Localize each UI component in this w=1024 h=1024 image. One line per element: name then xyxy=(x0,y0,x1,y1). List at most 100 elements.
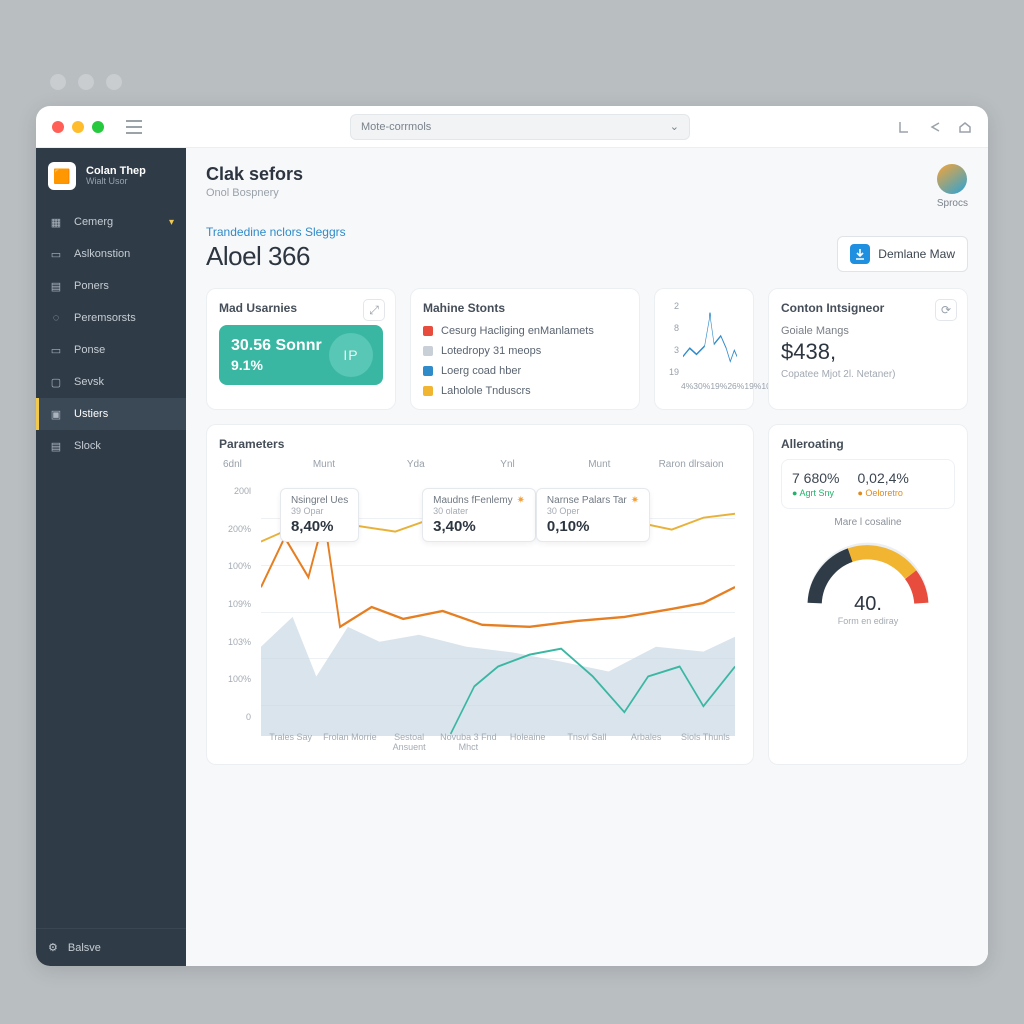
x-tick: 26% xyxy=(727,381,744,391)
card-alleroating: Alleroating 7 680% ● Agrt Sny 0,02,4% ● … xyxy=(768,424,968,765)
brand-sub: Wialt Usor xyxy=(86,177,146,187)
brand-badge[interactable]: Sprocs xyxy=(937,164,968,209)
primary-action-label: Demlane Maw xyxy=(878,247,955,261)
sidebar-item-label: Ustiers xyxy=(74,408,108,420)
col-label: Munt xyxy=(553,459,645,470)
col-label: Munt xyxy=(278,459,370,470)
col-label: Yda xyxy=(370,459,462,470)
x-tick: Novuba 3 Fnd Mhct xyxy=(439,732,498,752)
sidebar-item-cemerg[interactable]: ▦ Cemerg ▾ xyxy=(36,206,186,238)
share-icon[interactable] xyxy=(928,120,942,134)
address-text: Mote-corrmols xyxy=(361,121,431,133)
legend-swatch-icon xyxy=(423,326,433,336)
sidebar-item-label: Cemerg xyxy=(74,216,113,228)
sidebar-footer[interactable]: ⚙ Balsve xyxy=(36,928,186,966)
parameters-x-axis: Trales Say Frolan Morrie Sestoal Ansuent… xyxy=(261,732,735,752)
download-icon[interactable] xyxy=(898,120,912,134)
star-icon: ✷ xyxy=(517,495,525,506)
menu-icon[interactable] xyxy=(126,120,142,134)
sidebar-item-sevsk[interactable]: ▢ Sevsk xyxy=(36,366,186,398)
close-icon[interactable] xyxy=(52,121,64,133)
card-expand-icon[interactable]: ⤢ xyxy=(363,299,385,321)
legend-item[interactable]: Laholole Tnduscrs xyxy=(423,385,627,397)
gauge-subtitle: Mare l cosaline xyxy=(781,517,955,528)
legend: Cesurg Hacliging enManlamets Lotedropy 3… xyxy=(423,325,627,397)
mini-chart: 2 8 3 19 xyxy=(667,301,741,391)
download-icon xyxy=(850,244,870,264)
address-bar[interactable]: Mote-corrmols ⌄ xyxy=(350,114,690,140)
card-mahine-stonts: Mahine Stonts Cesurg Hacliging enManlame… xyxy=(410,288,640,410)
x-tick: Trales Say xyxy=(261,732,320,752)
sidebar-item-peremsorsts[interactable]: ◌ Peremsorsts xyxy=(36,302,186,334)
legend-label: Lotedropy 31 meops xyxy=(441,345,541,357)
tip-sub: 39 Opar xyxy=(291,506,348,516)
page-overline: Trandedine nclors Sleggrs xyxy=(206,225,346,239)
x-tick: 19% xyxy=(744,381,761,391)
legend-label: Cesurg Hacliging enManlamets xyxy=(441,325,594,337)
card-mini-chart: 2 8 3 19 xyxy=(654,288,754,410)
y-tick: 19 xyxy=(667,367,679,377)
x-tick: Frolan Morrie xyxy=(320,732,379,752)
legend-label: Loerg coad hber xyxy=(441,365,521,377)
kpi-label: ● Agrt Sny xyxy=(792,488,839,498)
sidebar-item-aslkonstion[interactable]: ▭ Aslkonstion xyxy=(36,238,186,270)
sidebar-item-slock[interactable]: ▤ Slock xyxy=(36,430,186,462)
sprocs-label: Sprocs xyxy=(937,198,968,209)
stack-icon: ▭ xyxy=(48,342,64,358)
y-tick: 103% xyxy=(219,623,251,661)
ci-note: Copatee Mjot 2l. Netaner) xyxy=(781,369,955,380)
ci-subtitle: Goiale Mangs xyxy=(781,325,955,337)
minimize-icon[interactable] xyxy=(72,121,84,133)
sidebar-item-ponse[interactable]: ▭ Ponse xyxy=(36,334,186,366)
legend-item[interactable]: Loerg coad hber xyxy=(423,365,627,377)
maximize-icon[interactable] xyxy=(92,121,104,133)
sidebar-item-label: Ponse xyxy=(74,344,105,356)
y-tick: 109% xyxy=(219,585,251,623)
card-content-insight: Conton Intsigneor ⟳ Goiale Mangs $438, C… xyxy=(768,288,968,410)
x-tick: 19% xyxy=(710,381,727,391)
grid-icon: ▦ xyxy=(48,214,64,230)
sprocs-logo-icon xyxy=(937,164,967,194)
sidebar-item-ustiers[interactable]: ▣ Ustiers xyxy=(36,398,186,430)
card-title: Alleroating xyxy=(781,437,955,451)
card-refresh-icon[interactable]: ⟳ xyxy=(935,299,957,321)
col-label: Ynl xyxy=(462,459,554,470)
card-title: Conton Intsigneor xyxy=(781,301,955,315)
ci-value: $438, xyxy=(781,339,955,365)
x-tick: Siols Thunls xyxy=(676,732,735,752)
sidebar-item-label: Sevsk xyxy=(74,376,104,388)
legend-item[interactable]: Cesurg Hacliging enManlamets xyxy=(423,325,627,337)
file-icon: ▣ xyxy=(48,406,64,422)
chart-tooltip: Nsingrel Ues 39 Opar 8,40% xyxy=(280,488,359,542)
legend-swatch-icon xyxy=(423,386,433,396)
card-mad-usarnies: Mad Usarnies ⤢ 30.56 Sonnr 9.1% IP xyxy=(206,288,396,410)
sidebar-item-label: Poners xyxy=(74,280,109,292)
y-tick: 100% xyxy=(219,661,251,699)
dropdown-icon[interactable]: ⌄ xyxy=(670,120,679,133)
card-parameters: Parameters 6dnl Munt Yda Ynl Munt Raron … xyxy=(206,424,754,765)
page-subtitle: Onol Bospnery xyxy=(206,187,303,199)
chevron-down-icon: ▾ xyxy=(169,217,174,228)
primary-action-button[interactable]: Demlane Maw xyxy=(837,236,968,272)
y-tick: 100% xyxy=(219,547,251,585)
window-controls[interactable] xyxy=(52,121,104,133)
sidebar-footer-label: Balsve xyxy=(68,942,101,954)
x-tick: Arbales xyxy=(617,732,676,752)
x-tick: 30% xyxy=(693,381,710,391)
chart-tooltip: Maudns fFenlemy✷ 30 olater 3,40% xyxy=(422,488,536,542)
sidebar-nav: ▦ Cemerg ▾ ▭ Aslkonstion ▤ Poners ◌ Pe xyxy=(36,200,186,928)
tip-value: 3,40% xyxy=(433,518,525,535)
sidebar-item-poners[interactable]: ▤ Poners xyxy=(36,270,186,302)
x-tick: Sestoal Ansuent xyxy=(380,732,439,752)
home-icon[interactable] xyxy=(958,120,972,134)
tip-sub: 30 olater xyxy=(433,506,525,516)
y-tick: 0 xyxy=(219,698,251,736)
tip-value: 8,40% xyxy=(291,518,348,535)
legend-item[interactable]: Lotedropy 31 meops xyxy=(423,345,627,357)
brand[interactable]: 🟧 Colan Thep Wialt Usor xyxy=(36,148,186,200)
card-title: Parameters xyxy=(219,437,741,451)
ip-badge: IP xyxy=(329,333,373,377)
tip-sub: 30 Oper xyxy=(547,506,639,516)
x-tick: Tnsvl Sall xyxy=(557,732,616,752)
parameters-columns: 6dnl Munt Yda Ynl Munt Raron dlrsaion xyxy=(219,451,741,472)
